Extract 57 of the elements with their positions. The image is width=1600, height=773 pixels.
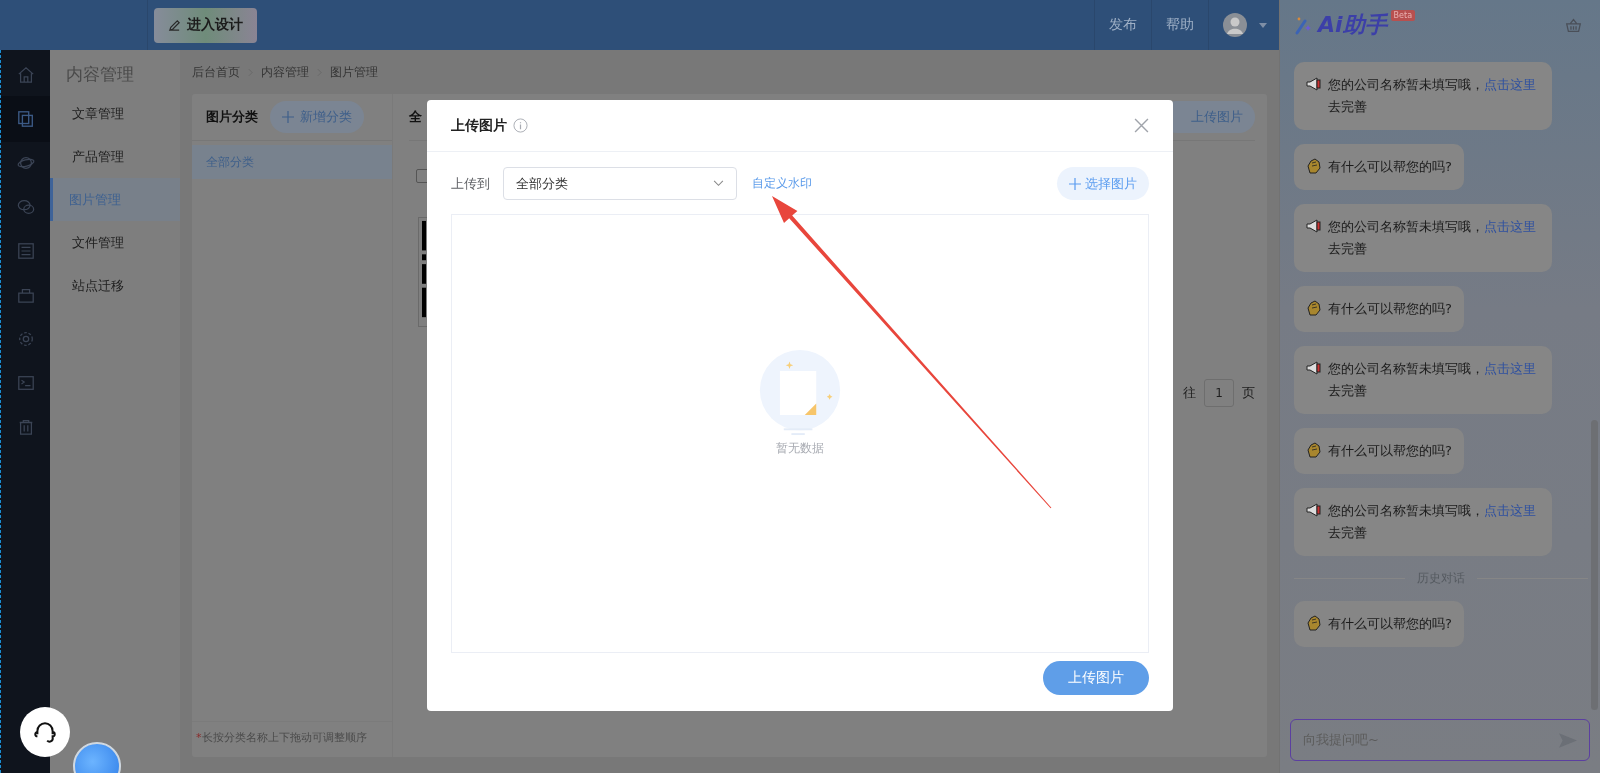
field-label: 上传到 — [451, 174, 491, 193]
megaphone-icon — [1306, 502, 1322, 518]
nav-item[interactable]: 文件管理 — [50, 221, 180, 264]
message-text: 有什么可以帮您的吗? — [1328, 300, 1452, 318]
basket-icon[interactable] — [1565, 16, 1582, 34]
choose-image-button[interactable]: 选择图片 — [1057, 167, 1149, 200]
breadcrumb-link[interactable]: 后台首页 — [192, 63, 240, 81]
home-icon[interactable] — [16, 66, 35, 84]
complete-link[interactable]: 点击这里 — [1484, 503, 1536, 518]
nav-item[interactable]: 站点迁移 — [50, 264, 180, 307]
message-text: 您的公司名称暂未填写哦，点击这里 去完善 — [1328, 76, 1537, 116]
dialog-title: 上传图片 — [451, 116, 507, 135]
megaphone-icon — [1306, 360, 1322, 376]
close-icon[interactable] — [1134, 118, 1149, 133]
enter-design-button[interactable]: 进入设计 — [154, 7, 257, 43]
chat-icon[interactable] — [16, 198, 35, 216]
list-icon[interactable] — [16, 242, 35, 260]
beta-badge: Beta — [1390, 10, 1416, 21]
empty-text: 暂无数据 — [776, 440, 824, 457]
nav-item[interactable]: 文章管理 — [50, 92, 180, 135]
pencil-icon — [168, 18, 181, 32]
message-text: 有什么可以帮您的吗? — [1328, 615, 1452, 633]
settings-icon[interactable] — [16, 330, 35, 348]
complete-link[interactable]: 点击这里 — [1484, 77, 1536, 92]
message-text: 您的公司名称暂未填写哦，点击这里 去完善 — [1328, 502, 1537, 542]
message-text: 有什么可以帮您的吗? — [1328, 158, 1452, 176]
complete-link[interactable]: 点击这里 — [1484, 219, 1536, 234]
message-text: 有什么可以帮您的吗? — [1328, 442, 1452, 460]
category-select[interactable]: 全部分类 — [503, 167, 737, 200]
page-input[interactable]: 1 — [1204, 379, 1234, 407]
breadcrumb-link[interactable]: 图片管理 — [330, 63, 378, 81]
headset-icon — [32, 719, 58, 745]
complete-link[interactable]: 点击这里 — [1484, 361, 1536, 376]
breadcrumb-link[interactable]: 内容管理 — [261, 63, 309, 81]
megaphone-icon — [1306, 76, 1322, 92]
caret-icon[interactable] — [1259, 22, 1267, 28]
message-text: 您的公司名称暂未填写哦，点击这里 去完善 — [1328, 218, 1537, 258]
pager-label: 往 — [1183, 384, 1196, 402]
panel-title: 图片分类 — [206, 108, 258, 126]
upload-button[interactable]: 上传图片 — [1043, 661, 1149, 695]
terminal-icon[interactable] — [16, 374, 35, 392]
assistant-title: Ai助手 — [1318, 11, 1387, 39]
add-category-button[interactable]: 新增分类 — [270, 101, 364, 133]
documents-icon[interactable] — [16, 110, 35, 128]
avatar-icon[interactable] — [1223, 13, 1247, 37]
megaphone-icon — [1306, 218, 1322, 234]
nav-item[interactable]: 产品管理 — [50, 135, 180, 178]
panel-heading: 全 — [409, 108, 422, 126]
plus-icon — [1069, 177, 1081, 190]
watermark-link[interactable]: 自定义水印 — [752, 175, 812, 192]
pager-label: 页 — [1242, 384, 1255, 402]
plus-icon — [282, 111, 294, 123]
bag-icon[interactable] — [16, 286, 35, 304]
chevron-down-icon — [713, 180, 724, 187]
message-text: 您的公司名称暂未填写哦，点击这里 去完善 — [1328, 360, 1537, 400]
planet-icon[interactable] — [16, 154, 35, 172]
info-icon[interactable] — [513, 118, 528, 133]
